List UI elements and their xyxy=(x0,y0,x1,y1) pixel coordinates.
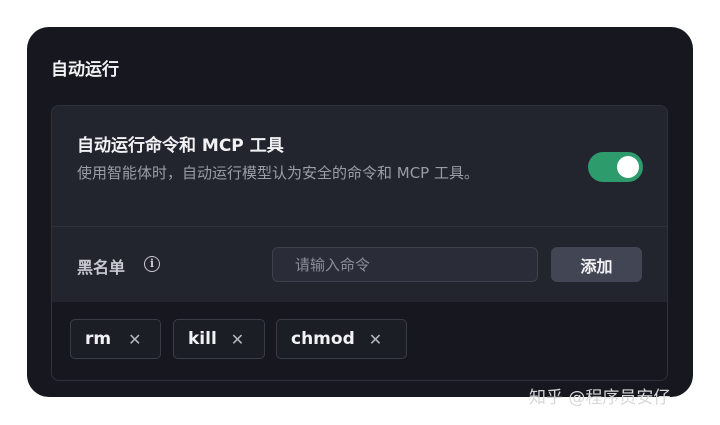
close-icon[interactable]: ✕ xyxy=(369,330,382,349)
close-icon[interactable]: ✕ xyxy=(128,330,141,349)
blacklist-tag-chmod: chmod ✕ xyxy=(276,319,407,359)
info-icon[interactable]: i xyxy=(144,256,160,272)
auto-run-toggle-switch[interactable] xyxy=(588,152,643,182)
auto-run-description: 使用智能体时，自动运行模型认为安全的命令和 MCP 工具。 xyxy=(77,164,479,182)
blacklist-tag-rm: rm ✕ xyxy=(70,319,161,359)
blacklist-row: 黑名单 i 添加 xyxy=(52,227,667,302)
watermark: 知乎 @程序员安仔 xyxy=(529,388,671,408)
tag-label: kill xyxy=(188,329,217,349)
tag-label: chmod xyxy=(291,329,355,349)
toggle-knob xyxy=(617,156,639,178)
auto-run-toggle-row: 自动运行命令和 MCP 工具 使用智能体时，自动运行模型认为安全的命令和 MCP… xyxy=(52,106,667,227)
blacklist-tag-kill: kill ✕ xyxy=(173,319,265,359)
section-title: 自动运行 xyxy=(51,60,119,80)
tag-label: rm xyxy=(85,329,112,349)
auto-run-title: 自动运行命令和 MCP 工具 xyxy=(77,136,284,156)
auto-run-card: 自动运行命令和 MCP 工具 使用智能体时，自动运行模型认为安全的命令和 MCP… xyxy=(51,105,668,381)
close-icon[interactable]: ✕ xyxy=(231,330,244,349)
blacklist-tag-list: rm ✕ kill ✕ chmod ✕ xyxy=(52,302,667,380)
add-button[interactable]: 添加 xyxy=(551,247,642,282)
blacklist-label: 黑名单 xyxy=(77,258,126,277)
command-input[interactable] xyxy=(272,247,538,282)
auto-run-settings-panel: 自动运行 自动运行命令和 MCP 工具 使用智能体时，自动运行模型认为安全的命令… xyxy=(27,27,693,397)
